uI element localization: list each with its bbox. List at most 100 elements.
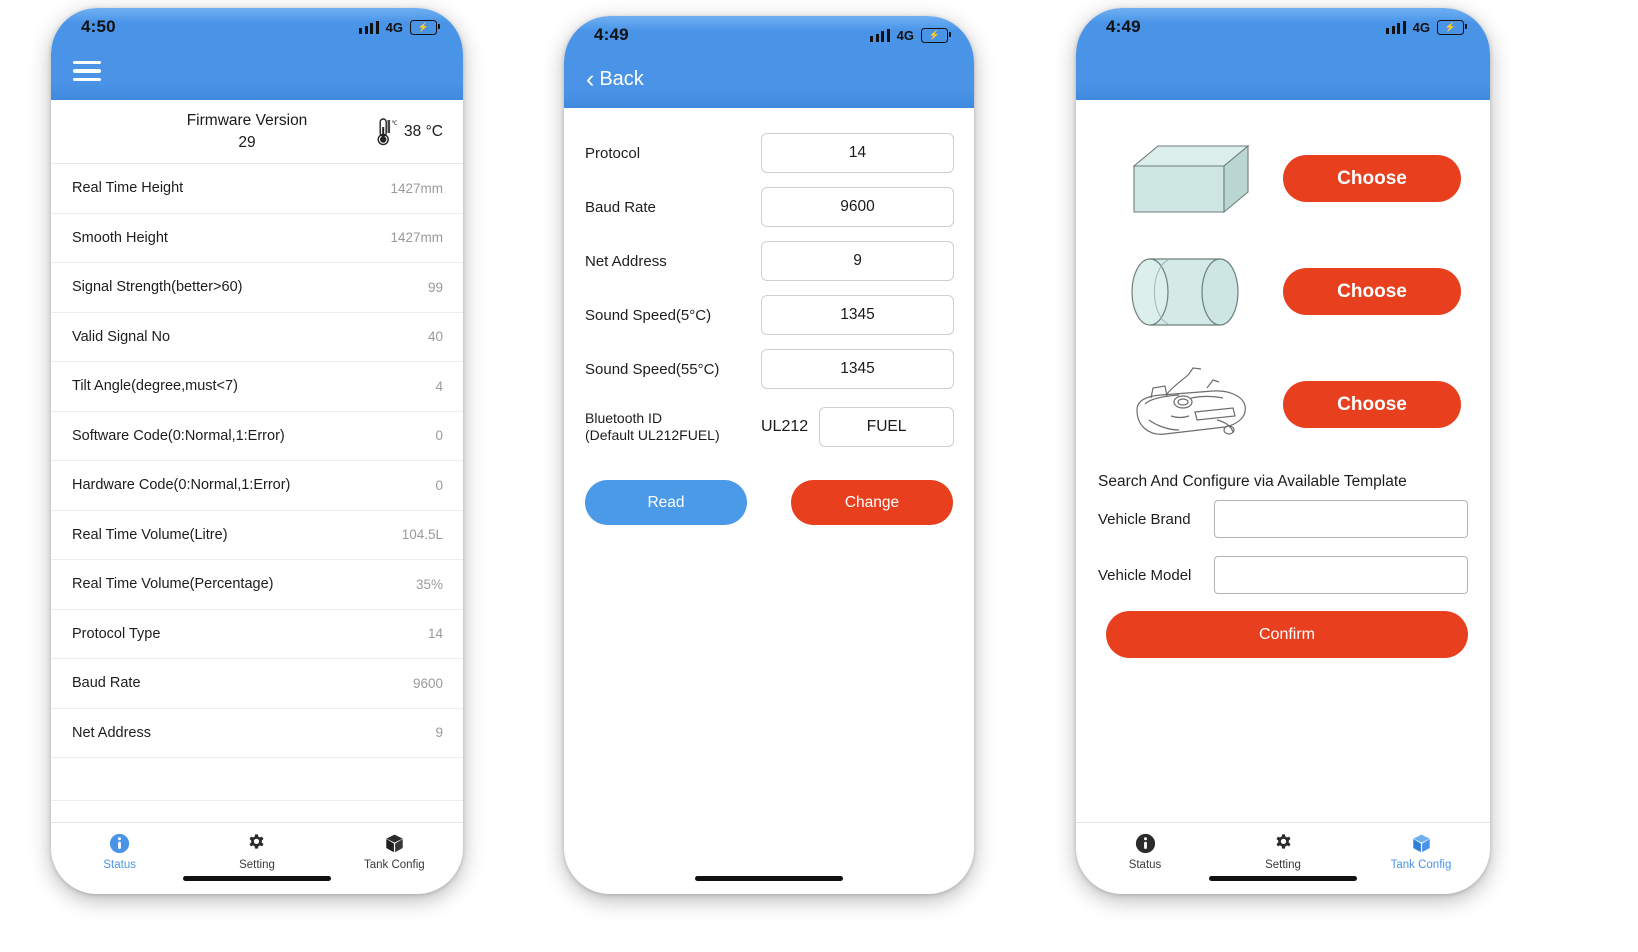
home-indicator	[183, 876, 331, 881]
setting-field-label: Sound Speed(5°C)	[585, 306, 712, 324]
setting-field-label: Protocol	[585, 144, 641, 162]
status-row-label: Net Address	[72, 724, 151, 741]
tab-tank-config[interactable]: Tank Config	[326, 832, 463, 871]
battery-charging-icon: ⚡	[921, 27, 951, 43]
setting-field-label: Net Address	[585, 252, 667, 270]
status-row-label: Smooth Height	[72, 229, 168, 246]
phone-setting-screen: 4:49 4G ⚡ ‹ Back Protocol 14 Baud Rate 9600…	[564, 16, 974, 894]
setting-field-row: Baud Rate 9600	[585, 180, 954, 234]
vehicle-brand-label: Vehicle Brand	[1098, 510, 1191, 528]
tab-setting[interactable]: Setting	[188, 832, 325, 871]
home-indicator	[695, 876, 843, 881]
phone1-body: Firmware Version 29 ℃ 38 °C Real Time He…	[51, 100, 463, 894]
status-row-label: Protocol Type	[72, 625, 161, 642]
back-button[interactable]: ‹ Back	[586, 66, 644, 92]
choose-vehicle-wrap: Choose	[1276, 381, 1468, 428]
firmware-version-value: 29	[238, 134, 256, 152]
screenshot-stage: 4:50 4G ⚡ Firmware Version 29 ℃ 38 °C Re…	[0, 0, 1638, 952]
choose-cuboid-wrap: Choose	[1276, 155, 1468, 202]
status-row-value: 1427mm	[390, 230, 443, 246]
vehicle-model-input[interactable]	[1214, 556, 1468, 594]
status-row-value: 40	[427, 329, 443, 345]
choose-cuboid-button[interactable]: Choose	[1283, 155, 1461, 202]
info-circle-icon	[1134, 832, 1156, 854]
status-row-value: 0	[435, 428, 443, 444]
phone-tank-config-screen: 4:49 4G ⚡ Choose Choose Choose Search An…	[1076, 8, 1490, 894]
signal-bars-icon	[870, 28, 890, 42]
gear-icon	[1272, 832, 1294, 854]
temperature-block: ℃ 38 °C	[375, 117, 443, 147]
status-row: Smooth Height 1427mm	[51, 214, 463, 263]
thermometer-icon: ℃	[377, 117, 398, 145]
bluetooth-id-input[interactable]: FUEL	[819, 407, 954, 447]
bluetooth-row-wrap: Bluetooth ID (Default UL212FUEL) UL212 F…	[564, 396, 974, 458]
tank-option-cylinder: Choose	[1076, 235, 1490, 348]
setting-field-input[interactable]: 14	[761, 133, 954, 173]
status-row: Protocol Type 14	[51, 610, 463, 659]
bluetooth-id-label-line2: (Default UL212FUEL)	[585, 427, 720, 443]
firmware-version-card: Firmware Version 29 ℃ 38 °C	[51, 100, 463, 164]
status-row-label: Baud Rate	[72, 675, 141, 692]
tab-status-label: Status	[1128, 859, 1162, 871]
status-row-label: Software Code(0:Normal,1:Error)	[72, 427, 285, 444]
status-bar-time: 4:49	[1106, 17, 1141, 36]
vehicle-brand-input[interactable]	[1214, 500, 1468, 538]
svg-text:℃: ℃	[392, 121, 398, 127]
choose-vehicle-button[interactable]: Choose	[1283, 381, 1461, 428]
read-button[interactable]: Read	[585, 480, 747, 525]
status-row-value: 104.5L	[401, 527, 443, 543]
tab-setting[interactable]: Setting	[1214, 832, 1352, 871]
phone3-tab-bar: Status Setting Tank Config	[1076, 822, 1490, 894]
setting-field-input[interactable]: 9	[761, 241, 954, 281]
choose-cylinder-wrap: Choose	[1276, 268, 1468, 315]
cuboid-tank-icon	[1106, 136, 1276, 222]
vehicle-brand-row: Vehicle Brand	[1076, 491, 1490, 547]
status-row: Real Time Volume(Percentage) 35%	[51, 560, 463, 610]
phone2-topbar: 4:49 4G ⚡ ‹ Back	[564, 16, 974, 108]
bolt-glyph: ⚡	[417, 21, 430, 32]
bluetooth-id-label: Bluetooth ID (Default UL212FUEL)	[585, 410, 761, 445]
status-row: Net Address 9	[51, 709, 463, 758]
status-row-value: 35%	[415, 576, 443, 592]
tab-setting-label: Setting	[239, 859, 275, 871]
tab-status[interactable]: Status	[51, 832, 188, 871]
confirm-button[interactable]: Confirm	[1106, 611, 1468, 658]
phone2-body: Protocol 14 Baud Rate 9600 Net Address 9 Sound…	[564, 108, 974, 894]
status-row: Software Code(0:Normal,1:Error) 0	[51, 412, 463, 461]
status-row-value: 14	[427, 626, 443, 642]
tab-status[interactable]: Status	[1076, 832, 1214, 871]
status-row-label: Valid Signal No	[72, 328, 171, 345]
setting-field-label: Sound Speed(55°C)	[585, 360, 720, 378]
status-row-label: Real Time Height	[72, 180, 184, 197]
status-bar-time: 4:50	[81, 17, 116, 36]
tab-tank-config-label: Tank Config	[1390, 859, 1452, 871]
setting-field-input[interactable]: 1345	[761, 295, 954, 335]
change-button[interactable]: Change	[791, 480, 953, 525]
tab-setting-label: Setting	[1265, 859, 1301, 871]
status-row-label: Tilt Angle(degree,must<7)	[72, 378, 238, 395]
status-row-value: 9	[435, 725, 443, 741]
vehicle-model-label: Vehicle Model	[1098, 566, 1192, 584]
status-bar-time: 4:49	[594, 25, 629, 44]
phone3-nav-row	[1076, 42, 1490, 100]
cube-icon	[383, 832, 405, 854]
info-circle-icon	[109, 832, 131, 854]
network-type-label: 4G	[1412, 19, 1430, 35]
status-row-value: 99	[427, 279, 443, 295]
status-row: Valid Signal No 40	[51, 313, 463, 362]
phone1-tab-bar: Status Setting Tank Config	[51, 822, 463, 894]
setting-field-row: Sound Speed(5°C) 1345	[585, 288, 954, 342]
setting-field-input[interactable]: 9600	[761, 187, 954, 227]
phone3-status-bar: 4:49 4G ⚡	[1076, 8, 1490, 42]
hamburger-menu-icon[interactable]	[73, 60, 101, 82]
back-button-label: Back	[599, 67, 644, 90]
choose-cylinder-button[interactable]: Choose	[1283, 268, 1461, 315]
battery-charging-icon: ⚡	[1437, 19, 1467, 35]
confirm-button-wrap: Confirm	[1076, 603, 1490, 658]
setting-field-row: Protocol 14	[585, 126, 954, 180]
tab-tank-config[interactable]: Tank Config	[1352, 832, 1490, 871]
phone2-nav-row: ‹ Back	[564, 50, 974, 108]
setting-field-input[interactable]: 1345	[761, 349, 954, 389]
phone1-topbar: 4:50 4G ⚡	[51, 8, 463, 100]
status-row-label: Hardware Code(0:Normal,1:Error)	[72, 477, 291, 494]
